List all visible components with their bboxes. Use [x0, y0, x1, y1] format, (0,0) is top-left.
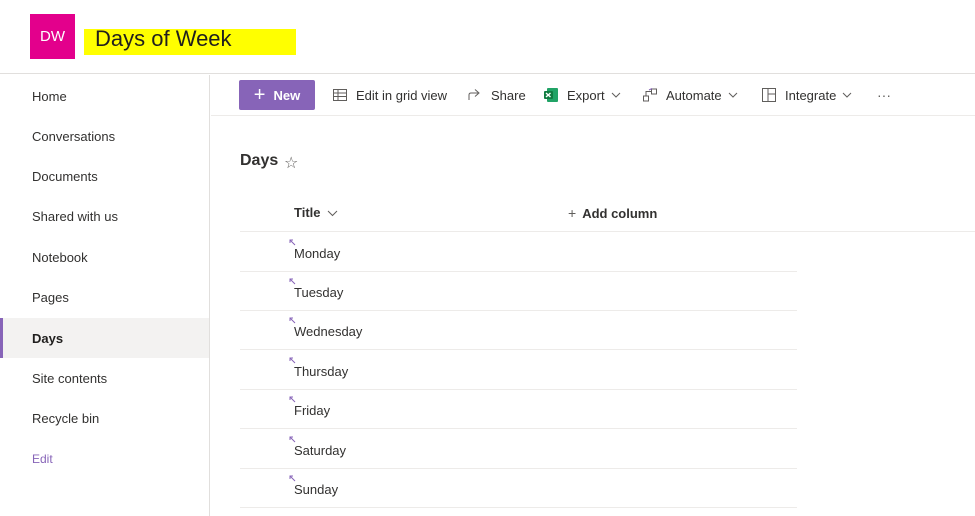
nav-item-days[interactable]: Days	[0, 318, 209, 358]
row-title[interactable]: Sunday	[294, 482, 338, 497]
nav-item-label: Recycle bin	[32, 410, 100, 426]
share-icon	[468, 89, 480, 100]
chevron-down-icon	[728, 92, 738, 98]
plus-icon: +	[568, 205, 577, 221]
share-label: Share	[491, 87, 526, 103]
more-options-button[interactable]: ···	[877, 80, 891, 110]
nav-item-conversations[interactable]: Conversations	[0, 116, 209, 156]
row-title[interactable]: Saturday	[294, 443, 346, 458]
title-column-header[interactable]: Title	[294, 205, 338, 220]
export-label: Export	[567, 87, 605, 103]
site-logo[interactable]: DW	[30, 14, 75, 59]
plus-icon: +	[253, 84, 266, 106]
chevron-down-icon	[327, 210, 337, 216]
nav-item-notebook[interactable]: Notebook	[0, 237, 209, 277]
new-button-label: New	[273, 87, 301, 103]
nav-item-pages[interactable]: Pages	[0, 277, 209, 317]
new-button[interactable]: + New	[239, 80, 315, 110]
nav-item-label: Shared with us	[32, 208, 118, 224]
nav-item-label: Pages	[32, 289, 69, 305]
nav-item-label: Conversations	[32, 128, 116, 144]
nav-item-recycle-bin[interactable]: Recycle bin	[0, 398, 209, 438]
nav-edit-link[interactable]: Edit	[0, 439, 209, 479]
integrate-label: Integrate	[785, 87, 837, 103]
list-row[interactable]: Thursday	[240, 351, 797, 390]
row-title[interactable]: Monday	[294, 246, 340, 261]
title-column-label: Title	[294, 205, 321, 220]
list-row[interactable]: Tuesday	[240, 272, 797, 311]
edit-grid-view-button[interactable]: Edit in grid view	[332, 80, 447, 110]
star-icon[interactable]: ☆	[284, 153, 298, 173]
integrate-button[interactable]: Integrate	[761, 80, 852, 110]
add-column-button[interactable]: + Add column	[568, 205, 657, 221]
row-title[interactable]: Wednesday	[294, 324, 362, 339]
nav-edit-label: Edit	[32, 452, 53, 466]
nav-item-label: Days	[32, 330, 64, 346]
list-row[interactable]: Sunday	[240, 469, 797, 508]
list-column-header: Title + Add column	[240, 193, 975, 232]
nav-item-shared-with-us[interactable]: Shared with us	[0, 196, 209, 236]
nav-item-label: Site contents	[32, 370, 108, 386]
integrate-icon	[762, 88, 776, 102]
command-bar: + New Edit in grid view Share Export Aut…	[211, 75, 975, 116]
grid-icon	[333, 89, 347, 101]
nav-item-documents[interactable]: Documents	[0, 156, 209, 196]
nav-item-label: Documents	[32, 168, 98, 184]
nav-item-site-contents[interactable]: Site contents	[0, 358, 209, 398]
list-row[interactable]: Wednesday	[240, 311, 797, 350]
chevron-down-icon	[611, 92, 620, 98]
chevron-down-icon	[842, 92, 852, 98]
nav-item-label: Home	[32, 88, 67, 104]
list-row[interactable]: Monday	[240, 233, 797, 272]
row-title[interactable]: Thursday	[294, 364, 348, 379]
more-icon: ···	[877, 87, 891, 103]
site-header: DW Days of Week	[0, 0, 975, 74]
automate-icon	[643, 88, 657, 102]
left-navigation: Home Conversations Documents Shared with…	[0, 75, 210, 516]
add-column-label: Add column	[582, 205, 658, 221]
row-title[interactable]: Tuesday	[294, 285, 343, 300]
list-row[interactable]: Saturday	[240, 430, 797, 469]
automate-label: Automate	[666, 87, 722, 103]
list-title: Days	[240, 152, 279, 169]
site-title[interactable]: Days of Week	[95, 26, 232, 52]
automate-button[interactable]: Automate	[642, 80, 738, 110]
row-title[interactable]: Friday	[294, 403, 330, 418]
edit-grid-view-label: Edit in grid view	[356, 87, 448, 103]
nav-item-home[interactable]: Home	[0, 76, 209, 116]
export-button[interactable]: Export	[543, 80, 621, 110]
share-button[interactable]: Share	[467, 80, 526, 110]
excel-icon	[544, 88, 558, 102]
nav-item-label: Notebook	[32, 249, 88, 265]
list-row[interactable]: Friday	[240, 390, 797, 429]
